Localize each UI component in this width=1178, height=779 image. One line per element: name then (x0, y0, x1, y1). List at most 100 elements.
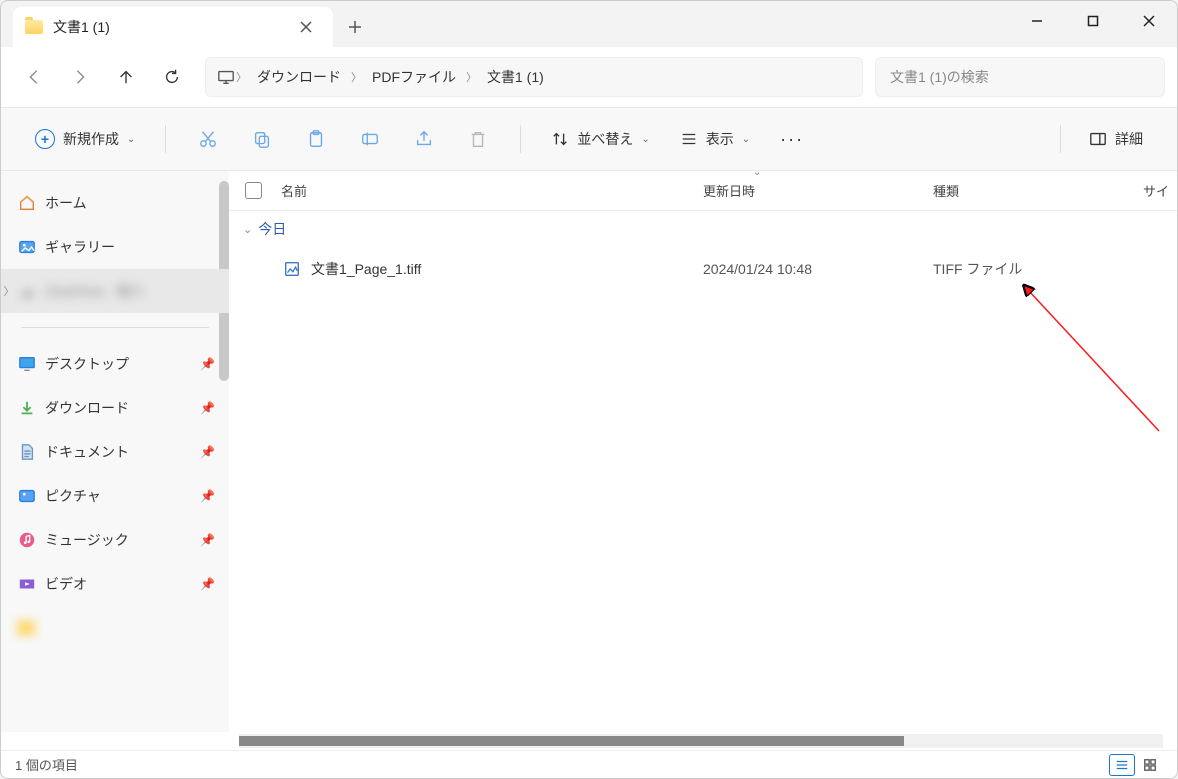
sidebar-label: ミュージック (45, 530, 129, 550)
pin-icon[interactable]: 📌 (200, 533, 215, 547)
file-name: 文書1_Page_1.tiff (311, 259, 703, 279)
icons-view-toggle[interactable] (1137, 754, 1163, 776)
sidebar-item-desktop[interactable]: デスクトップ 📌 (1, 342, 229, 386)
column-name[interactable]: 名前 (281, 181, 703, 200)
titlebar: 文書1 (1) (1, 1, 1177, 47)
sidebar-item-pictures[interactable]: ピクチャ 📌 (1, 474, 229, 518)
item-count: 1 個の項目 (15, 755, 78, 774)
back-button[interactable] (13, 56, 55, 98)
window-controls (1009, 1, 1177, 41)
sidebar-item-downloads[interactable]: ダウンロード 📌 (1, 386, 229, 430)
search-placeholder: 文書1 (1)の検索 (890, 67, 989, 87)
view-button[interactable]: 表示 ⌄ (670, 123, 760, 155)
sidebar: ホーム ギャラリー 〉 ☁ OneDrive - 個人 デスクトップ 📌 ダウン… (1, 171, 229, 732)
new-tab-button[interactable] (333, 7, 377, 47)
refresh-button[interactable] (151, 56, 193, 98)
separator (1060, 125, 1061, 153)
pictures-icon (17, 486, 37, 506)
search-input[interactable]: 文書1 (1)の検索 (875, 57, 1165, 97)
document-icon (17, 442, 37, 462)
pin-icon[interactable]: 📌 (200, 445, 215, 459)
file-date: 2024/01/24 10:48 (703, 261, 933, 277)
share-button[interactable] (402, 117, 446, 161)
sidebar-item-hidden[interactable]: 〉 ☁ OneDrive - 個人 (1, 269, 229, 313)
more-button[interactable]: ··· (770, 123, 814, 156)
pin-icon[interactable]: 📌 (200, 577, 215, 591)
tab-close-button[interactable] (291, 12, 321, 42)
separator (165, 125, 166, 153)
command-toolbar: + 新規作成 ⌄ 並べ替え ⌄ 表示 ⌄ ··· 詳細 (1, 107, 1177, 171)
download-icon (17, 398, 37, 418)
pin-icon[interactable]: 📌 (200, 357, 215, 371)
desktop-icon (17, 354, 37, 374)
sidebar-item-home[interactable]: ホーム (1, 181, 229, 225)
chevron-right-icon[interactable]: 〉 (351, 69, 362, 85)
column-headers: 名前 ⌄ 更新日時 種類 サイ (229, 171, 1177, 211)
cloud-icon: ☁ (17, 281, 37, 301)
forward-button[interactable] (59, 56, 101, 98)
minimize-button[interactable] (1009, 1, 1065, 41)
home-icon (17, 193, 37, 213)
chevron-right-icon[interactable]: 〉 (466, 69, 477, 85)
select-all-checkbox[interactable] (245, 182, 281, 199)
breadcrumb[interactable]: 〉 ダウンロード 〉 PDFファイル 〉 文書1 (1) (205, 57, 863, 97)
copy-button[interactable] (240, 117, 284, 161)
rename-button[interactable] (348, 117, 392, 161)
sidebar-item-gallery[interactable]: ギャラリー (1, 225, 229, 269)
chevron-down-icon: ⌄ (243, 223, 252, 236)
new-label: 新規作成 (63, 129, 119, 149)
file-type: TIFF ファイル (933, 259, 1143, 279)
column-type[interactable]: 種類 (933, 181, 1143, 200)
separator (520, 125, 521, 153)
pc-icon[interactable] (216, 67, 236, 87)
plus-circle-icon: + (35, 129, 55, 149)
view-label: 表示 (706, 129, 734, 149)
annotation-arrow (1019, 281, 1169, 441)
image-file-icon (281, 258, 303, 280)
pin-icon[interactable]: 📌 (200, 401, 215, 415)
cut-button[interactable] (186, 117, 230, 161)
explorer-window: 文書1 (1) 〉 ダウンロード 〉 PDFファイル 〉 文書1 (1) (0, 0, 1178, 779)
details-label: 詳細 (1115, 129, 1143, 149)
sidebar-label: ドキュメント (45, 442, 129, 462)
statusbar: 1 個の項目 (1, 750, 1177, 778)
chevron-down-icon: ⌄ (641, 134, 649, 145)
maximize-button[interactable] (1065, 1, 1121, 41)
content-area: 名前 ⌄ 更新日時 種類 サイ ⌄ 今日 文書1_Page_1.tiff 202… (229, 171, 1177, 732)
pin-icon[interactable]: 📌 (200, 489, 215, 503)
paste-button[interactable] (294, 117, 338, 161)
file-row[interactable]: 文書1_Page_1.tiff 2024/01/24 10:48 TIFF ファ… (229, 247, 1177, 291)
body: ホーム ギャラリー 〉 ☁ OneDrive - 個人 デスクトップ 📌 ダウン… (1, 171, 1177, 732)
close-window-button[interactable] (1121, 1, 1177, 41)
gallery-icon (17, 237, 37, 257)
sidebar-item-documents[interactable]: ドキュメント 📌 (1, 430, 229, 474)
details-view-toggle[interactable] (1109, 754, 1135, 776)
chevron-right-icon[interactable]: 〉 (236, 69, 247, 85)
horizontal-scrollbar[interactable] (1, 732, 1177, 750)
delete-button[interactable] (456, 117, 500, 161)
group-today[interactable]: ⌄ 今日 (229, 211, 1177, 247)
sidebar-label: ビデオ (45, 574, 87, 594)
column-size[interactable]: サイ (1143, 181, 1177, 200)
new-button[interactable]: + 新規作成 ⌄ (25, 123, 145, 155)
tab-active[interactable]: 文書1 (1) (13, 7, 333, 47)
chevron-down-icon: ⌄ (742, 134, 750, 145)
details-pane-button[interactable]: 詳細 (1079, 123, 1153, 155)
sidebar-item-music[interactable]: ミュージック 📌 (1, 518, 229, 562)
sort-indicator-icon: ⌄ (753, 171, 761, 178)
up-button[interactable] (105, 56, 147, 98)
sort-button[interactable]: 並べ替え ⌄ (541, 123, 659, 155)
sort-label: 並べ替え (577, 129, 633, 149)
breadcrumb-item-current[interactable]: 文書1 (1) (477, 67, 554, 87)
breadcrumb-item-pdf[interactable]: PDFファイル (362, 67, 466, 87)
video-icon (17, 574, 37, 594)
sidebar-label: ピクチャ (45, 486, 101, 506)
column-date[interactable]: ⌄ 更新日時 (703, 181, 933, 200)
folder-icon (17, 621, 35, 635)
breadcrumb-item-downloads[interactable]: ダウンロード (247, 67, 351, 87)
sidebar-label: デスクトップ (45, 354, 129, 374)
separator (21, 327, 209, 328)
sidebar-item-blurred[interactable] (1, 606, 229, 650)
sidebar-label: ホーム (45, 193, 87, 213)
sidebar-item-videos[interactable]: ビデオ 📌 (1, 562, 229, 606)
